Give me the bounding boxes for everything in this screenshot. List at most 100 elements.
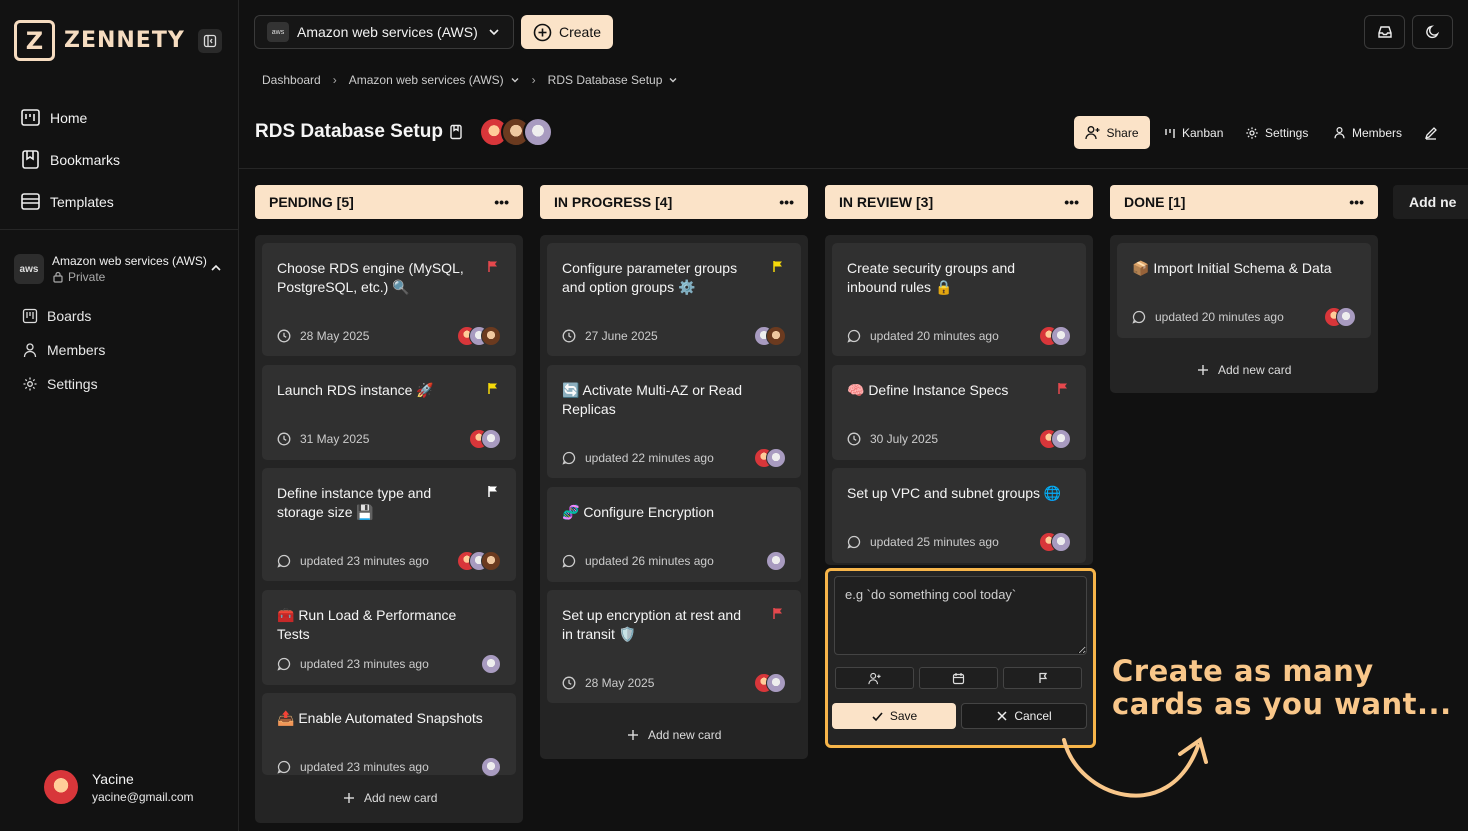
add-card-button[interactable]: Add new card bbox=[343, 791, 437, 805]
task-card[interactable]: Choose RDS engine (MySQL, PostgreSQL, et… bbox=[262, 243, 516, 356]
card-assignees[interactable] bbox=[766, 551, 786, 571]
add-card-button[interactable]: Add new card bbox=[627, 728, 721, 742]
card-assignees[interactable] bbox=[1039, 429, 1071, 449]
sidebar-item-members[interactable]: Members bbox=[22, 342, 105, 358]
sidebar: Z ZENNETY Home Bookmarks Templates aws A… bbox=[0, 0, 239, 831]
more-icon[interactable]: ••• bbox=[1349, 194, 1364, 210]
members-button[interactable]: Members bbox=[1333, 116, 1402, 149]
sidebar-item-settings[interactable]: Settings bbox=[22, 376, 98, 392]
add-column-button[interactable]: Add ne bbox=[1393, 185, 1468, 219]
edit-board-button[interactable] bbox=[1424, 116, 1444, 149]
card-meta-text: 28 May 2025 bbox=[300, 329, 370, 343]
task-card[interactable]: 📤 Enable Automated Snapshots updated 23 m… bbox=[262, 693, 516, 777]
avatar bbox=[481, 429, 501, 449]
task-card[interactable]: 🧬 Configure Encryption updated 26 minutes… bbox=[547, 487, 801, 582]
collapse-sidebar-button[interactable] bbox=[198, 29, 222, 53]
due-date: 27 June 2025 bbox=[562, 329, 658, 343]
plus-icon bbox=[628, 730, 638, 740]
assign-member-button[interactable] bbox=[835, 667, 914, 689]
more-icon[interactable]: ••• bbox=[1064, 194, 1079, 210]
column-title: PENDING [5] bbox=[269, 194, 354, 210]
card-assignees[interactable] bbox=[1039, 326, 1071, 346]
save-button[interactable]: Save bbox=[832, 703, 956, 729]
nav-home[interactable]: Home bbox=[20, 107, 87, 128]
settings-button[interactable]: Settings bbox=[1245, 116, 1308, 149]
board-members-avatars[interactable] bbox=[479, 117, 553, 147]
priority-flag-icon[interactable] bbox=[487, 260, 499, 278]
add-card-label: Add new card bbox=[648, 728, 722, 742]
column-header-done[interactable]: DONE [1] ••• bbox=[1110, 185, 1378, 219]
card-assignees[interactable] bbox=[469, 429, 501, 449]
card-meta-text: updated 25 minutes ago bbox=[870, 535, 999, 549]
share-button[interactable]: Share bbox=[1074, 116, 1150, 149]
card-assignees[interactable] bbox=[1039, 532, 1071, 552]
bookmark-icon[interactable] bbox=[449, 124, 463, 140]
chevron-down-icon[interactable] bbox=[668, 75, 678, 85]
workspace-select[interactable]: aws Amazon web services (AWS) bbox=[254, 15, 514, 49]
task-card[interactable]: 🧠 Define Instance Specs 30 July 2025 bbox=[832, 365, 1086, 460]
more-icon[interactable]: ••• bbox=[779, 194, 794, 210]
task-card[interactable]: Set up VPC and subnet groups 🌐 updated 25… bbox=[832, 468, 1086, 563]
task-card[interactable]: 📦 Import Initial Schema & Data updated 20… bbox=[1117, 243, 1371, 338]
card-assignees[interactable] bbox=[1324, 307, 1356, 327]
card-meta-text: 30 July 2025 bbox=[870, 432, 939, 446]
task-card[interactable]: Define instance type and storage size 💾 u… bbox=[262, 468, 516, 581]
card-assignees[interactable] bbox=[481, 757, 501, 777]
card-assignees[interactable] bbox=[457, 326, 501, 346]
column-header-in-review[interactable]: IN REVIEW [3] ••• bbox=[825, 185, 1093, 219]
sidebar-item-boards[interactable]: Boards bbox=[22, 308, 91, 324]
kanban-button[interactable]: Kanban bbox=[1164, 116, 1223, 149]
priority-flag-icon[interactable] bbox=[772, 260, 784, 278]
nav-templates[interactable]: Templates bbox=[20, 191, 114, 212]
theme-toggle-button[interactable] bbox=[1412, 15, 1453, 49]
card-assignees[interactable] bbox=[481, 654, 501, 674]
new-card-composer: Save Cancel bbox=[825, 568, 1096, 748]
inbox-button[interactable] bbox=[1364, 15, 1405, 49]
due-date-button[interactable] bbox=[919, 667, 998, 689]
card-assignees[interactable] bbox=[754, 448, 786, 468]
workspace-select-value: Amazon web services (AWS) bbox=[297, 24, 478, 40]
comment-icon bbox=[847, 329, 861, 343]
task-card[interactable]: Create security groups and inbound rules… bbox=[832, 243, 1086, 356]
add-card-button[interactable]: Add new card bbox=[1197, 363, 1291, 377]
more-icon[interactable]: ••• bbox=[494, 194, 509, 210]
column-header-pending[interactable]: PENDING [5] ••• bbox=[255, 185, 523, 219]
logo-mark: Z bbox=[14, 20, 55, 61]
nav-bookmarks-label: Bookmarks bbox=[50, 151, 121, 168]
comment-icon bbox=[847, 535, 861, 549]
cancel-button[interactable]: Cancel bbox=[961, 703, 1087, 729]
user-profile[interactable]: Yacine yacine@gmail.com bbox=[44, 770, 194, 804]
create-button[interactable]: Create bbox=[521, 15, 613, 49]
task-card[interactable]: Set up encryption at rest and in transit… bbox=[547, 590, 801, 703]
breadcrumb-workspace[interactable]: Amazon web services (AWS) bbox=[349, 73, 504, 87]
nav-bookmarks[interactable]: Bookmarks bbox=[20, 149, 120, 170]
plus-icon bbox=[1198, 365, 1208, 375]
task-card[interactable]: Launch RDS instance 🚀 31 May 2025 bbox=[262, 365, 516, 460]
card-assignees[interactable] bbox=[457, 551, 501, 571]
add-user-icon bbox=[868, 672, 881, 684]
breadcrumb-dashboard[interactable]: Dashboard bbox=[262, 73, 321, 87]
members-button-label: Members bbox=[1352, 125, 1403, 140]
breadcrumb-board[interactable]: RDS Database Setup bbox=[548, 73, 663, 87]
priority-flag-icon[interactable] bbox=[487, 485, 499, 503]
task-card[interactable]: 🧰 Run Load & Performance Tests updated 23… bbox=[262, 590, 516, 685]
brand-logo[interactable]: Z ZENNETY bbox=[14, 20, 185, 61]
priority-flag-button[interactable] bbox=[1003, 667, 1082, 689]
card-title: Choose RDS engine (MySQL, PostgreSQL, et… bbox=[277, 260, 464, 295]
workspace-switcher[interactable]: aws Amazon web services (AWS) Private bbox=[14, 254, 226, 284]
user-icon bbox=[23, 343, 37, 358]
create-button-label: Create bbox=[558, 24, 602, 40]
task-card[interactable]: Configure parameter groups and option gr… bbox=[547, 243, 801, 356]
new-card-input[interactable] bbox=[834, 576, 1087, 655]
column-header-in-progress[interactable]: IN PROGRESS [4] ••• bbox=[540, 185, 808, 219]
column-title: IN REVIEW [3] bbox=[839, 194, 934, 210]
card-assignees[interactable] bbox=[754, 326, 786, 346]
card-title: Launch RDS instance 🚀 bbox=[277, 382, 434, 398]
priority-flag-icon[interactable] bbox=[1057, 382, 1069, 400]
card-assignees[interactable] bbox=[754, 673, 786, 693]
task-card[interactable]: 🔄 Activate Multi-AZ or Read Replicas upda… bbox=[547, 365, 801, 478]
priority-flag-icon[interactable] bbox=[772, 607, 784, 625]
priority-flag-icon[interactable] bbox=[487, 382, 499, 400]
clock-icon bbox=[847, 432, 861, 446]
chevron-down-icon[interactable] bbox=[510, 75, 520, 85]
